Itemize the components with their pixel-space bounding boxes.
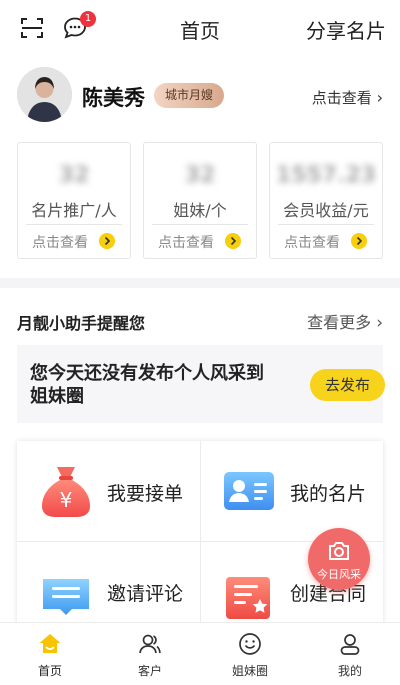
grid-item-my-card[interactable]: 我的名片 bbox=[200, 441, 383, 541]
chevron-right-icon bbox=[225, 233, 241, 249]
share-card-button[interactable]: 分享名片 bbox=[306, 15, 386, 44]
chevron-right-icon: › bbox=[376, 313, 383, 333]
stat-action-label: 点击查看 bbox=[32, 235, 88, 251]
tab-customers[interactable]: 客户 bbox=[100, 623, 200, 685]
tab-sisters-circle[interactable]: 姐妹圈 bbox=[200, 623, 300, 685]
divider bbox=[278, 224, 374, 225]
tab-label: 我的 bbox=[337, 664, 362, 678]
divider bbox=[26, 224, 122, 225]
profile-icon bbox=[340, 634, 360, 655]
stat-card-promotion[interactable]: 32 名片推广/人 点击查看 bbox=[17, 142, 131, 259]
tab-label: 姐妹圈 bbox=[231, 664, 268, 678]
tab-label: 客户 bbox=[137, 664, 162, 678]
grid-item-label: 我要接单 bbox=[107, 483, 184, 505]
customers-icon bbox=[139, 634, 161, 654]
contract-icon bbox=[226, 577, 270, 619]
stat-value: 32 bbox=[58, 163, 90, 188]
stat-label: 会员收益/元 bbox=[283, 201, 369, 220]
camera-icon bbox=[329, 542, 349, 560]
stat-card-earnings[interactable]: 1557.23 会员收益/元 点击查看 bbox=[269, 142, 383, 259]
reminder-text: 您今天还没有发布个人风采到姐妹圈 bbox=[30, 363, 264, 407]
view-more-label: 查看更多 bbox=[307, 313, 372, 332]
grid-item-label: 我的名片 bbox=[290, 483, 367, 505]
top-bar: 1 首页 分享名片 bbox=[0, 0, 400, 56]
user-name: 陈美秀 bbox=[82, 86, 145, 110]
bottom-tab-bar: 首页 客户 姐妹圈 我的 bbox=[0, 622, 400, 685]
view-profile-link[interactable]: 点击查看 › bbox=[312, 87, 383, 108]
svg-text:¥: ¥ bbox=[60, 488, 73, 512]
stat-label: 姐妹/个 bbox=[173, 201, 227, 220]
stat-action-label: 点击查看 bbox=[284, 235, 340, 251]
grid-item-take-orders[interactable]: ¥ 我要接单 bbox=[17, 441, 200, 541]
section-divider bbox=[0, 278, 400, 288]
chevron-right-icon bbox=[99, 233, 115, 249]
chevron-right-icon: › bbox=[376, 88, 383, 107]
avatar-image bbox=[17, 67, 72, 122]
grid-item-label: 邀请评论 bbox=[107, 583, 184, 605]
divider bbox=[152, 224, 248, 225]
id-card-icon bbox=[224, 472, 274, 510]
daily-showcase-label: 今日风采 bbox=[317, 568, 361, 581]
daily-showcase-button[interactable]: 今日风采 bbox=[308, 528, 370, 590]
stat-card-sisters[interactable]: 32 姐妹/个 点击查看 bbox=[143, 142, 257, 259]
view-more-link[interactable]: 查看更多 › bbox=[307, 309, 383, 333]
comment-icon bbox=[43, 579, 89, 615]
stat-label: 名片推广/人 bbox=[31, 201, 117, 220]
stat-action-label: 点击查看 bbox=[158, 235, 214, 251]
stat-value: 1557.23 bbox=[275, 163, 377, 188]
section-title: 月靓小助手提醒您 bbox=[17, 314, 146, 333]
money-bag-icon: ¥ bbox=[42, 467, 90, 517]
reminder-card: 您今天还没有发布个人风采到姐妹圈 去发布 bbox=[17, 345, 385, 423]
publish-button[interactable]: 去发布 bbox=[310, 369, 385, 401]
sisters-circle-icon bbox=[239, 633, 261, 655]
avatar[interactable] bbox=[17, 67, 72, 122]
role-badge: 城市月嫂 bbox=[154, 83, 225, 108]
tab-mine[interactable]: 我的 bbox=[300, 623, 400, 685]
chevron-right-icon bbox=[351, 233, 367, 249]
tab-home[interactable]: 首页 bbox=[0, 623, 100, 685]
stat-value: 32 bbox=[184, 163, 216, 188]
tab-label: 首页 bbox=[37, 664, 62, 678]
home-icon bbox=[39, 634, 61, 653]
view-profile-label: 点击查看 bbox=[311, 89, 372, 107]
